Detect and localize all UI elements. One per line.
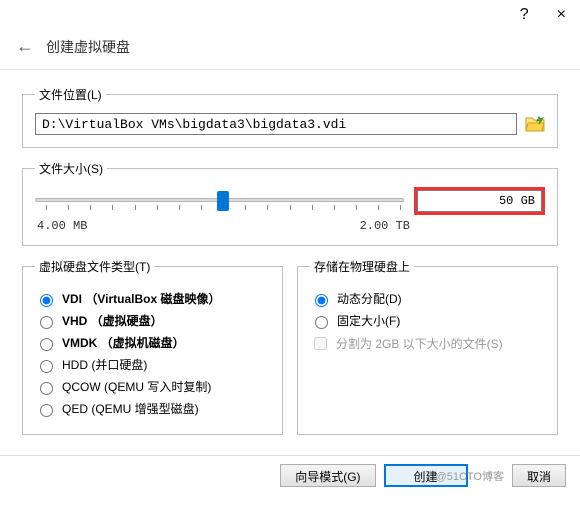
back-arrow-icon[interactable]: ← — [16, 36, 34, 57]
label-hdd: HDD (并口硬盘) — [62, 356, 147, 373]
disk-type-legend: 虚拟硬盘文件类型(T) — [35, 258, 154, 275]
label-qcow: QCOW (QEMU 写入时复制) — [62, 378, 211, 395]
file-location-group: 文件位置(L) — [22, 86, 558, 148]
size-max-label: 2.00 TB — [360, 219, 410, 233]
size-slider[interactable] — [35, 188, 404, 214]
label-fixed: 固定大小(F) — [337, 312, 400, 329]
help-icon[interactable]: ? — [520, 6, 529, 24]
radio-dynamic[interactable] — [315, 294, 328, 307]
label-qed: QED (QEMU 增强型磁盘) — [62, 400, 199, 417]
radio-hdd[interactable] — [40, 360, 53, 373]
radio-vmdk[interactable] — [40, 338, 53, 351]
file-path-input[interactable] — [35, 113, 517, 135]
close-icon[interactable]: × — [557, 6, 566, 24]
size-min-label: 4.00 MB — [37, 219, 87, 233]
page-title: 创建虚拟硬盘 — [46, 37, 130, 57]
file-size-group: 文件大小(S) 4.00 MB 2.00 TB — [22, 160, 558, 246]
check-split — [314, 337, 327, 350]
radio-qed[interactable] — [40, 404, 53, 417]
disk-type-group: 虚拟硬盘文件类型(T) VDI （VirtualBox 磁盘映像） VHD （虚… — [22, 258, 283, 435]
label-vmdk: VMDK （虚拟机磁盘） — [62, 334, 185, 351]
label-split: 分割为 2GB 以下大小的文件(S) — [336, 335, 503, 352]
radio-qcow[interactable] — [40, 382, 53, 395]
label-vdi: VDI （VirtualBox 磁盘映像） — [62, 290, 220, 307]
watermark-text: @51CTO博客 — [436, 468, 504, 484]
storage-legend: 存储在物理硬盘上 — [310, 258, 414, 275]
browse-folder-icon[interactable] — [525, 115, 545, 133]
radio-fixed[interactable] — [315, 316, 328, 329]
radio-vhd[interactable] — [40, 316, 53, 329]
storage-group: 存储在物理硬盘上 动态分配(D) 固定大小(F) 分割为 2GB 以下大小的文件… — [297, 258, 558, 435]
label-dynamic: 动态分配(D) — [337, 290, 402, 307]
label-vhd: VHD （虚拟硬盘） — [62, 312, 163, 329]
wizard-mode-button[interactable]: 向导模式(G) — [280, 464, 375, 487]
cancel-button[interactable]: 取消 — [512, 464, 566, 487]
size-value-input[interactable] — [417, 190, 542, 212]
file-size-legend: 文件大小(S) — [35, 160, 107, 177]
radio-vdi[interactable] — [40, 294, 53, 307]
file-location-legend: 文件位置(L) — [35, 86, 106, 103]
slider-thumb[interactable] — [217, 191, 229, 211]
